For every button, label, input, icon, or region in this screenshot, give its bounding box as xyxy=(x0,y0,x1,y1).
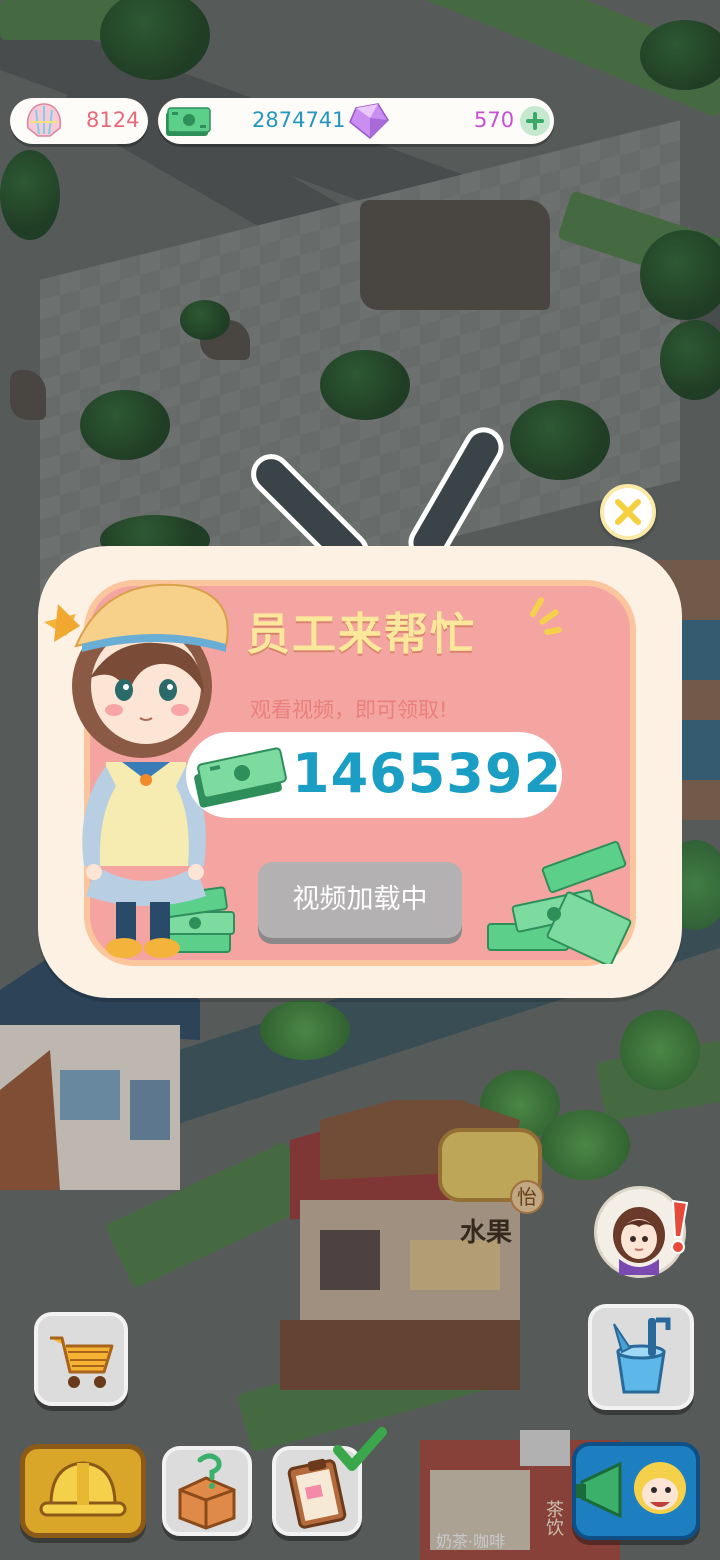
promo-button[interactable] xyxy=(572,1442,700,1540)
hard-hat-icon xyxy=(39,1461,127,1517)
alert-icon xyxy=(671,1199,689,1254)
shell-icon xyxy=(26,103,62,137)
reward-amount: 1465392 xyxy=(292,742,563,805)
watch-video-button[interactable]: 视频加载中 xyxy=(258,862,462,938)
bucket-tools-icon xyxy=(613,1317,671,1394)
currency-bar: 2874741 570 xyxy=(158,98,554,144)
tools-button[interactable] xyxy=(588,1304,694,1410)
shell-counter[interactable]: 8124 xyxy=(10,98,148,144)
add-gems-button[interactable] xyxy=(520,106,550,136)
checkmark-icon xyxy=(333,1427,387,1471)
mystery-box-icon xyxy=(178,1453,236,1530)
shell-count: 8124 xyxy=(86,108,140,132)
sparkle-icon xyxy=(530,597,562,636)
close-button[interactable] xyxy=(600,484,656,540)
cash-pile-right xyxy=(487,840,632,964)
tasks-button[interactable] xyxy=(272,1427,387,1536)
mystery-box-button[interactable] xyxy=(162,1446,252,1536)
cash-stack-icon xyxy=(194,747,287,808)
cash-icon xyxy=(166,107,211,136)
popup-title: 员工来帮忙 xyxy=(246,609,476,660)
shopping-cart-icon xyxy=(50,1336,114,1388)
megaphone-icon xyxy=(576,1461,686,1519)
shop-button[interactable] xyxy=(34,1312,128,1406)
build-button[interactable] xyxy=(20,1444,146,1538)
gem-icon xyxy=(349,103,389,140)
popup-subtitle: 观看视频，即可领取! xyxy=(250,698,448,722)
npc-request-bubble[interactable] xyxy=(594,1186,689,1278)
close-icon xyxy=(615,499,641,525)
plus-icon xyxy=(526,112,544,130)
cash-count: 2874741 xyxy=(252,108,346,132)
gem-count: 570 xyxy=(474,108,515,132)
